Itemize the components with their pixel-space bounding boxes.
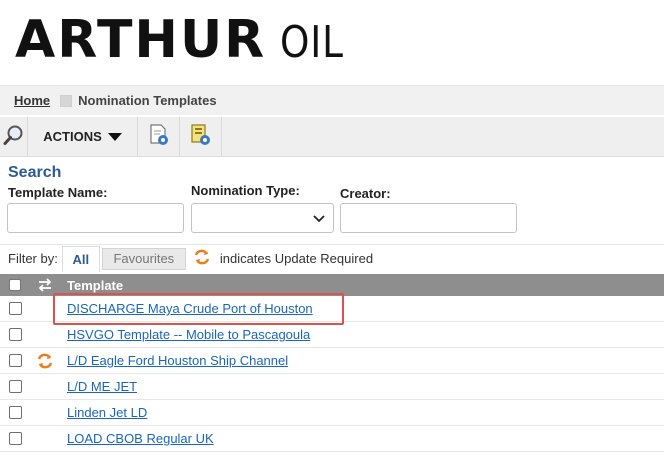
search-panel: Search Template Name: Nomination Type: C…: [0, 160, 664, 242]
row-checkbox[interactable]: [8, 432, 22, 445]
table-row: DISCHARGE Maya Crude Port of Houston: [0, 296, 664, 322]
update-required-icon: [30, 353, 60, 369]
table-row: L/D Eagle Ford Houston Ship Channel: [0, 348, 664, 374]
template-name-input[interactable]: [7, 203, 184, 233]
grid-header: Template: [0, 274, 664, 296]
creator-input[interactable]: [340, 203, 517, 233]
template-link[interactable]: L/D Eagle Ford Houston Ship Channel: [67, 353, 288, 368]
actions-menu-button[interactable]: ACTIONS: [28, 117, 138, 156]
row-checkbox[interactable]: [8, 354, 22, 367]
chevron-down-icon: [107, 132, 122, 141]
select-all-checkbox[interactable]: [9, 279, 21, 291]
column-header-template[interactable]: Template: [60, 278, 664, 293]
table-row: HSVGO Template -- Mobile to Pascagoula: [0, 322, 664, 348]
legend-text: indicates Update Required: [219, 251, 374, 266]
filter-all-tab[interactable]: All: [61, 245, 100, 272]
table-row: LOAD CBOB Regular UK: [0, 426, 664, 452]
brand-name-primary: ARTHUR: [15, 10, 267, 70]
template-link[interactable]: LOAD CBOB Regular UK: [67, 431, 214, 446]
breadcrumb-separator-icon: [60, 94, 73, 107]
table-row: L/D ME JET: [0, 374, 664, 400]
update-required-icon: [194, 249, 210, 268]
toolbar: ACTIONS: [0, 117, 664, 157]
row-checkbox[interactable]: [8, 302, 22, 315]
row-checkbox[interactable]: [8, 406, 22, 419]
document-settings-button[interactable]: [138, 117, 180, 156]
chevron-down-icon: [313, 211, 325, 226]
settings-folder-icon: [189, 123, 213, 150]
filter-favourites-tab[interactable]: Favourites: [101, 247, 186, 270]
creator-label: Creator:: [340, 186, 391, 201]
settings-doc-icon: [147, 123, 171, 150]
filter-bar: Filter by: All Favourites indicates Upda…: [0, 244, 664, 272]
nomination-type-select[interactable]: [191, 203, 334, 233]
folder-settings-button[interactable]: [180, 117, 222, 156]
brand-name-secondary: OIL: [280, 17, 345, 68]
search-toggle-button[interactable]: [0, 117, 28, 156]
template-link[interactable]: DISCHARGE Maya Crude Port of Houston: [67, 301, 313, 316]
table-row: Linden Jet LD: [0, 400, 664, 426]
actions-label: ACTIONS: [43, 129, 102, 144]
row-checkbox[interactable]: [8, 380, 22, 393]
breadcrumb-home-link[interactable]: Home: [14, 93, 50, 108]
row-checkbox[interactable]: [8, 328, 22, 341]
templates-grid: Template DISCHARGE Maya Crude Port of Ho…: [0, 274, 664, 452]
nomination-type-label: Nomination Type:: [191, 183, 300, 198]
template-link[interactable]: L/D ME JET: [67, 379, 137, 394]
search-icon: [3, 124, 25, 149]
brand-logo: ARTHUR OIL: [15, 10, 355, 70]
template-name-label: Template Name:: [8, 185, 108, 200]
breadcrumb-current: Nomination Templates: [78, 93, 217, 108]
breadcrumb: Home Nomination Templates: [0, 85, 664, 115]
search-title: Search: [8, 164, 62, 181]
app-header: ARTHUR OIL: [0, 0, 664, 82]
filter-label: Filter by:: [8, 251, 58, 266]
template-link[interactable]: Linden Jet LD: [67, 405, 147, 420]
swap-icon: [30, 278, 60, 292]
template-link[interactable]: HSVGO Template -- Mobile to Pascagoula: [67, 327, 310, 342]
